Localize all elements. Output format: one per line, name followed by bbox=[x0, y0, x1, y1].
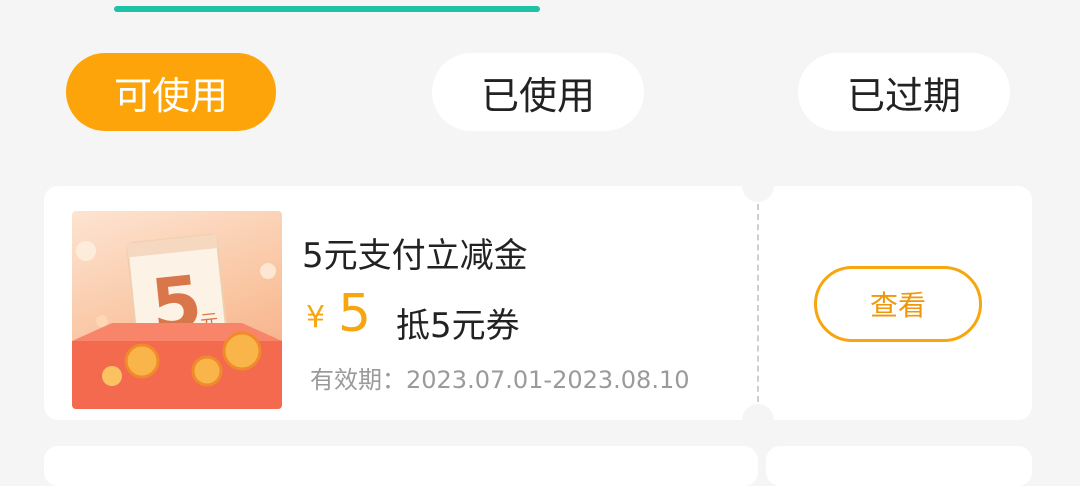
filter-expired-button[interactable]: 已过期 bbox=[798, 53, 1010, 131]
next-coupon-card-body[interactable] bbox=[44, 446, 758, 486]
filter-used-button[interactable]: 已使用 bbox=[432, 53, 644, 131]
coupon-title: 5元支付立减金 bbox=[302, 236, 528, 276]
coupon-amount: 5 bbox=[338, 284, 372, 344]
coupon-validity: 有效期：2023.07.01-2023.08.10 bbox=[310, 366, 690, 394]
currency-symbol: ¥ bbox=[306, 300, 326, 335]
coupon-gift-illustration: 5 元 bbox=[72, 233, 282, 409]
coupon-deduct-text: 抵5元券 bbox=[396, 306, 520, 346]
ticket-divider bbox=[757, 204, 759, 402]
next-coupon-card-action bbox=[766, 446, 1032, 486]
coupon-thumbnail: 5 元 bbox=[72, 211, 282, 409]
filter-available-button[interactable]: 可使用 bbox=[66, 53, 276, 131]
view-coupon-button[interactable]: 查看 bbox=[814, 266, 982, 342]
active-tab-indicator bbox=[114, 6, 540, 12]
ticket-notch-top bbox=[742, 170, 774, 202]
ticket-notch-bottom bbox=[742, 404, 774, 436]
